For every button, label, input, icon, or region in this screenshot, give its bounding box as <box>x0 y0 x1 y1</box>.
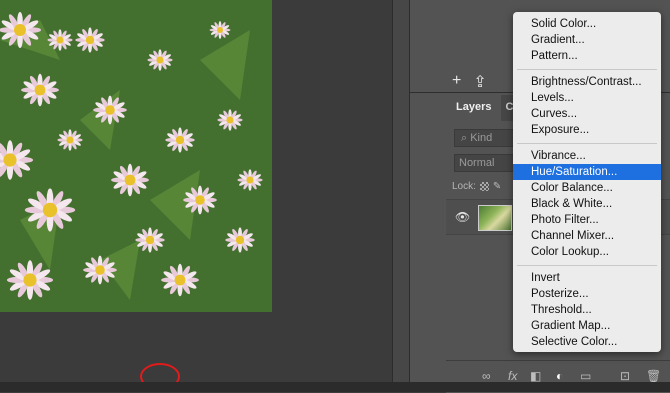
new-layer-icon[interactable]: ⊡ <box>620 369 630 383</box>
trash-icon[interactable]: 🗑 <box>646 369 661 383</box>
mask-icon[interactable]: ◧ <box>530 369 541 383</box>
upper-panel-icons: + ⇪ <box>452 72 487 92</box>
menu-item-channel-mixer[interactable]: Channel Mixer... <box>513 228 661 244</box>
kind-filter-label: Kind <box>470 132 493 144</box>
menu-item-color-lookup[interactable]: Color Lookup... <box>513 244 661 260</box>
menu-item-curves[interactable]: Curves... <box>513 106 661 122</box>
menu-item-black-white[interactable]: Black & White... <box>513 196 661 212</box>
adjustment-layer-icon[interactable]: ◐ <box>556 369 563 383</box>
lock-row: Lock: ✎ <box>452 181 501 192</box>
layer-thumbnail <box>478 205 512 231</box>
menu-item-gradient[interactable]: Gradient... <box>513 32 661 48</box>
panel-divider[interactable] <box>392 0 410 382</box>
menu-item-posterize[interactable]: Posterize... <box>513 286 661 302</box>
lock-label: Lock: <box>452 181 476 192</box>
adjustments-menu: Solid Color... Gradient... Pattern... Br… <box>513 12 661 352</box>
menu-item-selective-color[interactable]: Selective Color... <box>513 334 661 350</box>
menu-item-color-balance[interactable]: Color Balance... <box>513 180 661 196</box>
daisy-photo[interactable] <box>0 0 272 312</box>
menu-item-threshold[interactable]: Threshold... <box>513 302 661 318</box>
menu-item-hue-saturation[interactable]: Hue/Saturation... <box>513 164 661 180</box>
brush-icon[interactable]: ✎ <box>493 181 501 192</box>
eye-icon[interactable]: 👁 <box>455 210 470 224</box>
layers-tabs: Layers C <box>446 95 518 121</box>
lock-transparent-icon[interactable] <box>479 182 489 191</box>
menu-item-exposure[interactable]: Exposure... <box>513 122 661 138</box>
search-icon: ⌕ <box>461 132 471 144</box>
menu-item-brightness-contrast[interactable]: Brightness/Contrast... <box>513 74 661 90</box>
menu-item-solid-color[interactable]: Solid Color... <box>513 16 661 32</box>
menu-separator <box>517 143 657 144</box>
menu-item-invert[interactable]: Invert <box>513 270 661 286</box>
group-icon[interactable]: ▭ <box>580 369 591 383</box>
menu-item-levels[interactable]: Levels... <box>513 90 661 106</box>
menu-item-gradient-map[interactable]: Gradient Map... <box>513 318 661 334</box>
menu-item-pattern[interactable]: Pattern... <box>513 48 661 64</box>
daisy-photo-graphic <box>0 0 272 312</box>
menu-separator <box>517 69 657 70</box>
bottom-strip <box>0 382 670 392</box>
document-canvas-area <box>0 0 392 382</box>
tab-layers[interactable]: Layers <box>446 95 502 121</box>
menu-separator <box>517 265 657 266</box>
fx-icon[interactable]: fx <box>508 369 517 383</box>
menu-item-photo-filter[interactable]: Photo Filter... <box>513 212 661 228</box>
add-icon[interactable]: + <box>452 72 461 92</box>
menu-item-vibrance[interactable]: Vibrance... <box>513 148 661 164</box>
export-icon[interactable]: ⇪ <box>473 72 486 92</box>
link-icon[interactable]: ∞ <box>482 369 491 383</box>
